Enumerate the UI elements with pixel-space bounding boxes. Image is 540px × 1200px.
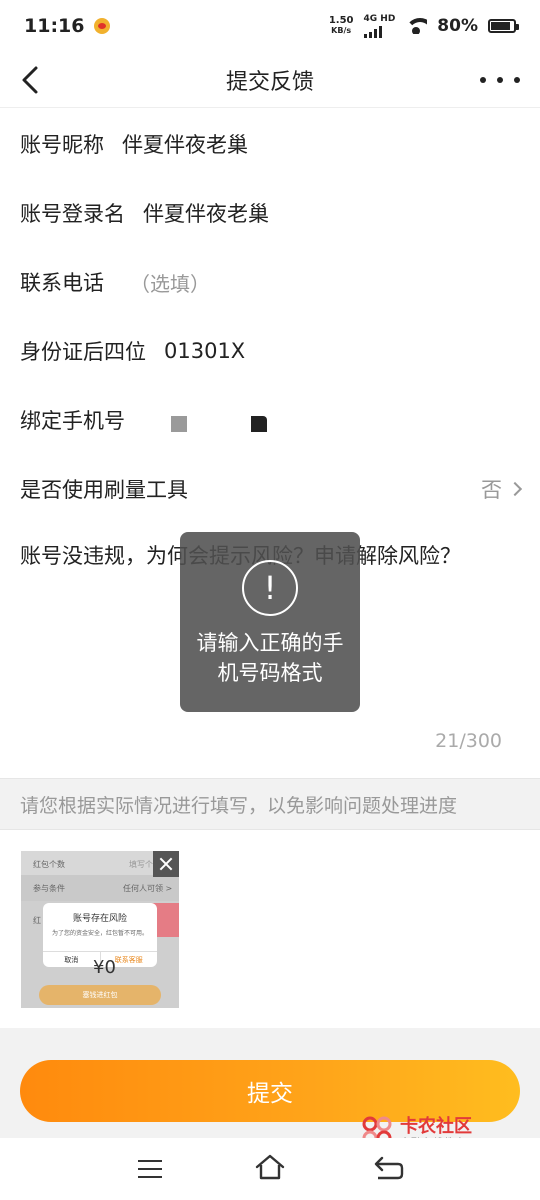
thumb-dialog-subtitle: 为了您的资金安全，红包暂不可用。 xyxy=(51,930,148,937)
warning-icon: ! xyxy=(242,560,298,616)
redacted-mask xyxy=(171,416,187,432)
battery-icon xyxy=(488,19,519,33)
recent-apps-icon[interactable] xyxy=(138,1160,162,1178)
signal-bars-icon xyxy=(363,24,382,38)
id-last-four-row[interactable]: 身份证后四位 01301X xyxy=(20,331,520,371)
system-nav-bar xyxy=(0,1138,540,1200)
nav-bar: 提交反馈 xyxy=(0,52,540,108)
contact-phone-input[interactable]: （选填） xyxy=(130,268,210,297)
thumb-row-label: 参与条件 xyxy=(33,884,65,893)
status-time: 11:16 xyxy=(24,15,85,37)
speed-unit: KB/s xyxy=(331,26,352,35)
system-back-icon[interactable] xyxy=(374,1156,404,1180)
refresh-tool-select[interactable]: 否 xyxy=(481,474,523,504)
refresh-tool-value: 否 xyxy=(481,478,502,502)
thumb-dialog-title: 账号存在风险 xyxy=(72,914,127,924)
home-icon[interactable] xyxy=(255,1154,285,1180)
hint-text: 请您根据实际情况进行填写，以免影响问题处理进度 xyxy=(20,794,458,817)
contact-phone-row[interactable]: 联系电话 （选填） xyxy=(20,262,520,302)
thumb-row-value: 任何人可领 > xyxy=(123,884,173,893)
bind-phone-row[interactable]: 绑定手机号 xyxy=(20,400,520,440)
char-counter: 21/300 xyxy=(435,730,502,752)
status-indicators: 1.50 KB/s 4G HD 80% xyxy=(329,13,519,38)
hint-bar: 请您根据实际情况进行填写，以免影响问题处理进度 xyxy=(0,778,540,830)
more-dots-icon[interactable] xyxy=(480,66,520,94)
network-type: 4G HD xyxy=(363,13,396,24)
battery-percent: 80% xyxy=(437,16,478,36)
bind-phone-input[interactable] xyxy=(125,400,520,440)
contact-phone-label: 联系电话 xyxy=(20,271,104,295)
thumb-row-label: 红包个数 xyxy=(33,860,65,869)
chevron-right-icon xyxy=(507,481,523,497)
login-name-row: 账号登录名 伴夏伴夜老巢 xyxy=(20,193,520,233)
wifi-icon xyxy=(405,18,428,34)
speed-value: 1.50 xyxy=(328,15,354,26)
nickname-row: 账号昵称 伴夏伴夜老巢 xyxy=(20,124,520,164)
thumb-dialog-cancel: 取消 xyxy=(64,956,79,964)
toast-message: 请输入正确的手机号码格式 xyxy=(196,631,344,685)
error-toast: ! 请输入正确的手机号码格式 xyxy=(180,532,360,712)
thumb-amount: ¥0 xyxy=(93,957,116,978)
thumb-row-label: 红 xyxy=(33,916,41,925)
nickname-label: 账号昵称 xyxy=(20,133,104,157)
login-name-value: 伴夏伴夜老巢 xyxy=(143,202,269,226)
thumb-row: 参与条件 任何人可领 > xyxy=(21,875,179,901)
refresh-tool-row[interactable]: 是否使用刷量工具 否 xyxy=(20,469,523,509)
network-speed: 1.50 KB/s xyxy=(329,16,354,36)
id-last-four-label: 身份证后四位 xyxy=(20,340,146,364)
refresh-tool-label: 是否使用刷量工具 xyxy=(20,478,188,502)
page-title: 提交反馈 xyxy=(225,69,314,95)
nickname-value: 伴夏伴夜老巢 xyxy=(122,133,248,157)
weibo-notification-icon xyxy=(94,18,111,34)
login-name-label: 账号登录名 xyxy=(20,202,125,226)
cell-signal: 4G HD xyxy=(363,13,396,38)
id-last-four-input[interactable]: 01301X xyxy=(164,339,245,363)
back-arrow-icon[interactable] xyxy=(14,62,50,98)
thumb-pill: 塞钱进红包 xyxy=(39,985,161,1005)
redacted-mask xyxy=(251,416,267,432)
status-bar: 11:16 1.50 KB/s 4G HD 80% xyxy=(0,0,540,52)
remove-attachment-close-icon[interactable] xyxy=(153,851,179,877)
bind-phone-label: 绑定手机号 xyxy=(20,409,125,433)
